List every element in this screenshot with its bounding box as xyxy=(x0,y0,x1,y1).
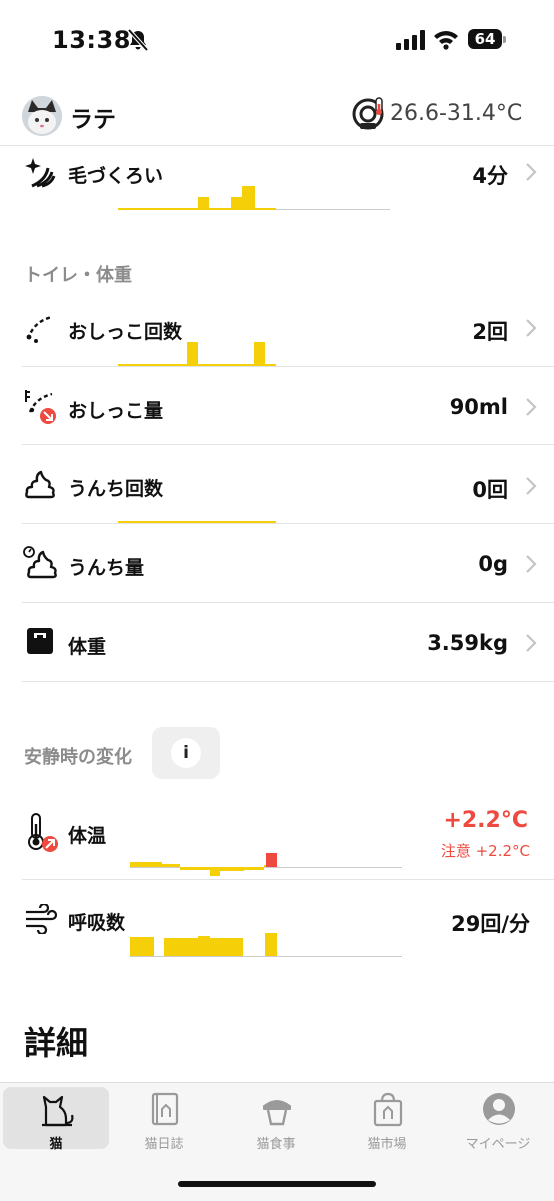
grooming-bar xyxy=(242,186,255,209)
wifi-icon xyxy=(434,31,458,50)
stool-icon xyxy=(25,470,55,499)
grooming-value: 4分 xyxy=(472,164,508,188)
temperature-range: 26.6-31.4°C xyxy=(390,101,523,126)
respiration-bar xyxy=(130,937,154,956)
tab-mypage-label: マイページ xyxy=(465,1137,531,1152)
cat-icon xyxy=(42,1095,74,1127)
temperature-spike-bar xyxy=(266,853,277,867)
grooming-sparkle-icon xyxy=(25,158,56,188)
battery-indicator: 64 xyxy=(468,29,508,51)
shopping-bag-icon xyxy=(373,1092,403,1127)
wind-breath-icon xyxy=(26,904,58,934)
tab-food-label: 猫食事 xyxy=(256,1137,296,1152)
urine-volume-label: おしっこ量 xyxy=(68,400,164,422)
respiration-bar xyxy=(210,938,243,956)
urine-volume-icon xyxy=(25,390,56,424)
respiration-bar xyxy=(164,938,198,956)
weight-label: 体重 xyxy=(68,636,107,658)
signal-icon xyxy=(396,30,425,50)
toilet-weight-section-title: トイレ・体重 xyxy=(24,265,132,286)
details-title: 詳細 xyxy=(24,1024,89,1062)
chevron-right-icon xyxy=(526,398,537,416)
weight-scale-icon xyxy=(27,628,53,654)
tab-market-label: 猫市場 xyxy=(367,1137,407,1152)
urine-drops-icon xyxy=(26,315,53,343)
urine-count-bar xyxy=(254,342,265,364)
status-time: 13:38 xyxy=(52,26,131,54)
chevron-right-icon xyxy=(526,634,537,652)
tab-diary-label: 猫日誌 xyxy=(144,1137,184,1152)
info-button[interactable]: i xyxy=(152,727,220,779)
tab-cat[interactable]: 猫 xyxy=(3,1087,109,1152)
respiration-value: 29回/分 xyxy=(451,912,530,936)
cat-avatar[interactable] xyxy=(22,96,62,136)
stool-count-label: うんち回数 xyxy=(68,478,164,500)
rest-change-section-title: 安静時の変化 xyxy=(24,747,132,768)
urine-count-value: 2回 xyxy=(472,320,508,344)
tab-market[interactable]: 猫市場 xyxy=(334,1087,440,1152)
chevron-right-icon xyxy=(526,555,537,573)
grooming-bar xyxy=(231,197,242,209)
battery-level: 64 xyxy=(468,29,502,49)
weight-value: 3.59kg xyxy=(427,631,508,655)
chevron-right-icon xyxy=(526,319,537,337)
stool-count-value: 0回 xyxy=(472,478,508,502)
tab-cat-label: 猫 xyxy=(49,1137,63,1152)
cat-name[interactable]: ラテ xyxy=(70,100,116,134)
food-bowl-icon xyxy=(263,1100,291,1126)
urine-count-label: おしっこ回数 xyxy=(68,321,183,343)
person-icon xyxy=(483,1093,515,1125)
tab-food[interactable]: 猫食事 xyxy=(223,1087,329,1152)
respiration-bar xyxy=(198,936,210,956)
thermometer-device-icon[interactable] xyxy=(352,96,386,132)
respiration-label: 呼吸数 xyxy=(68,912,126,934)
grooming-bar xyxy=(198,197,209,209)
stool-volume-icon xyxy=(23,546,57,579)
urine-count-bar xyxy=(187,342,198,364)
body-temperature-warning: 注意 +2.2°C xyxy=(440,842,530,860)
bell-off-icon xyxy=(127,28,149,52)
tab-mypage[interactable]: マイページ xyxy=(445,1087,551,1152)
body-temperature-label: 体温 xyxy=(68,825,107,847)
info-icon: i xyxy=(171,738,201,768)
urine-volume-value: 90ml xyxy=(449,395,508,419)
stool-volume-value: 0g xyxy=(478,552,508,576)
chevron-right-icon xyxy=(526,477,537,495)
home-indicator[interactable] xyxy=(178,1181,376,1187)
body-temperature-value: +2.2°C xyxy=(443,808,528,833)
tab-diary[interactable]: 猫日誌 xyxy=(111,1087,217,1152)
grooming-label: 毛づくろい xyxy=(68,165,164,187)
stool-volume-label: うんち量 xyxy=(68,557,145,579)
thermometer-icon xyxy=(28,813,58,852)
respiration-bar xyxy=(265,933,277,956)
diary-icon xyxy=(151,1092,179,1126)
chevron-right-icon xyxy=(526,163,537,181)
